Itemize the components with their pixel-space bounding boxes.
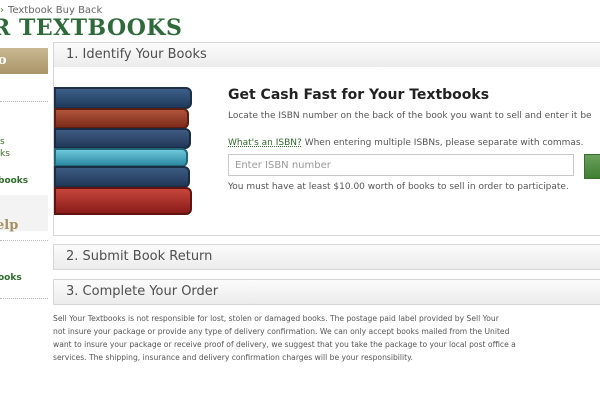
disclaimer-text: Sell Your Textbooks is not responsible f…: [53, 312, 600, 364]
stacked-books-image: [54, 87, 194, 217]
step-1-header[interactable]: 1. Identify Your Books: [53, 42, 600, 68]
sidebar-help-title: elp: [0, 218, 19, 233]
identify-books-panel: Get Cash Fast for Your Textbooks Locate …: [53, 67, 600, 236]
sidebar-divider: [0, 240, 48, 241]
step-1-title: 1. Identify Your Books: [66, 47, 207, 62]
isbn-help-row: What's an ISBN? When entering multiple I…: [228, 138, 583, 148]
isbn-note: When entering multiple ISBNs, please sep…: [304, 138, 584, 148]
sidebar-link-books[interactable]: books: [0, 176, 28, 186]
isbn-input[interactable]: [228, 154, 574, 176]
disclaimer-line: Sell Your Textbooks is not responsible f…: [53, 314, 499, 323]
sidebar-link-books-2[interactable]: ooks: [0, 273, 22, 283]
cash-heading: Get Cash Fast for Your Textbooks: [228, 87, 490, 103]
sidebar-item[interactable]: ks: [0, 149, 10, 159]
intro-text: Locate the ISBN number on the back of th…: [228, 111, 592, 121]
step-2-title: 2. Submit Book Return: [66, 249, 213, 264]
sidebar-item[interactable]: s: [0, 137, 5, 147]
whats-an-isbn-link[interactable]: What's an ISBN?: [228, 138, 302, 148]
step-2-header[interactable]: 2. Submit Book Return: [53, 244, 600, 270]
disclaimer-line: want to insure your package or receive p…: [53, 340, 516, 349]
submit-isbn-button[interactable]: [584, 154, 600, 179]
step-3-title: 3. Complete Your Order: [66, 284, 219, 299]
step-3-header[interactable]: 3. Complete Your Order: [53, 279, 600, 305]
sidebar-divider: [0, 298, 48, 299]
sidebar-header: o: [0, 48, 48, 74]
page-title: R TEXTBOOKS: [0, 15, 183, 41]
disclaimer-line: services. The shipping, insurance and de…: [53, 353, 413, 362]
sidebar-header-text: o: [0, 53, 7, 68]
minimum-note: You must have at least $10.00 worth of b…: [228, 182, 569, 192]
sidebar-divider: [0, 101, 48, 102]
disclaimer-line: not insure your package or provide any t…: [53, 327, 510, 336]
